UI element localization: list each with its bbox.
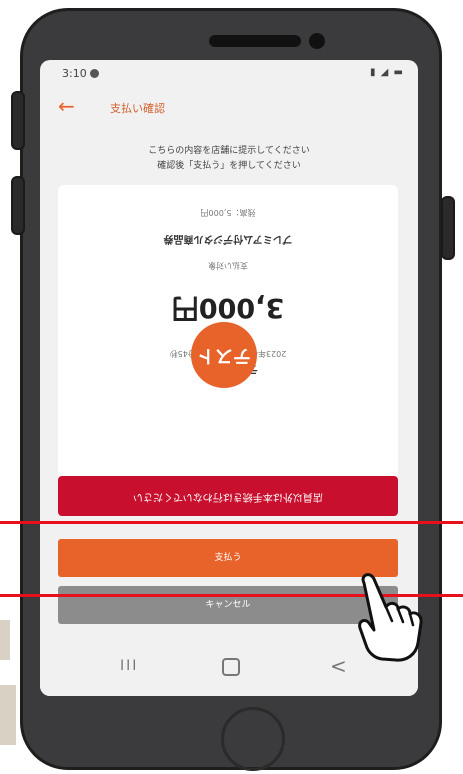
cancel-button[interactable]: キャンセル	[58, 586, 398, 624]
back-arrow-icon[interactable]: ←	[58, 94, 75, 118]
volume-up-button	[11, 91, 25, 150]
instruction-line: こちらの内容を店舗に提示してください	[148, 146, 310, 156]
pointing-hand-icon	[358, 573, 423, 662]
pay-button[interactable]: 支払う	[58, 539, 398, 577]
notification-icon	[90, 69, 99, 78]
highlight-line-top	[0, 521, 463, 524]
instruction-text: こちらの内容を店舗に提示してください 確認後「支払う」を押してください	[40, 144, 418, 174]
shop-avatar: テスト	[191, 322, 257, 388]
warning-text: 店員以外は本手続きは行わないでください	[133, 491, 323, 502]
balance-text: 残高：5,000円	[200, 208, 256, 217]
instruction-line: 確認後「支払う」を押してください	[157, 161, 301, 171]
app-bar: ← 支払い確認	[40, 90, 418, 126]
signal-wifi-battery-icon: ▮ ◢ ▬	[370, 67, 404, 78]
page-title: 支払い確認	[110, 102, 165, 115]
volume-down-button	[11, 176, 25, 235]
home-icon[interactable]	[222, 658, 240, 676]
home-button[interactable]	[221, 707, 285, 771]
speaker-grille	[209, 35, 301, 47]
status-bar: 3:10 ▮ ◢ ▬	[40, 60, 418, 88]
power-button	[441, 196, 455, 260]
recents-icon[interactable]: III	[120, 658, 138, 674]
item-label: 支払い対象	[208, 261, 248, 270]
status-time: 3:10	[62, 67, 87, 80]
back-nav-icon[interactable]: <	[330, 654, 347, 678]
background-panel	[0, 620, 10, 660]
warning-banner: 店員以外は本手続きは行わないでください	[58, 476, 398, 516]
item-name: プレミアム付デジタル商品券	[163, 233, 293, 244]
front-camera	[309, 33, 325, 49]
background-panel	[0, 685, 16, 745]
